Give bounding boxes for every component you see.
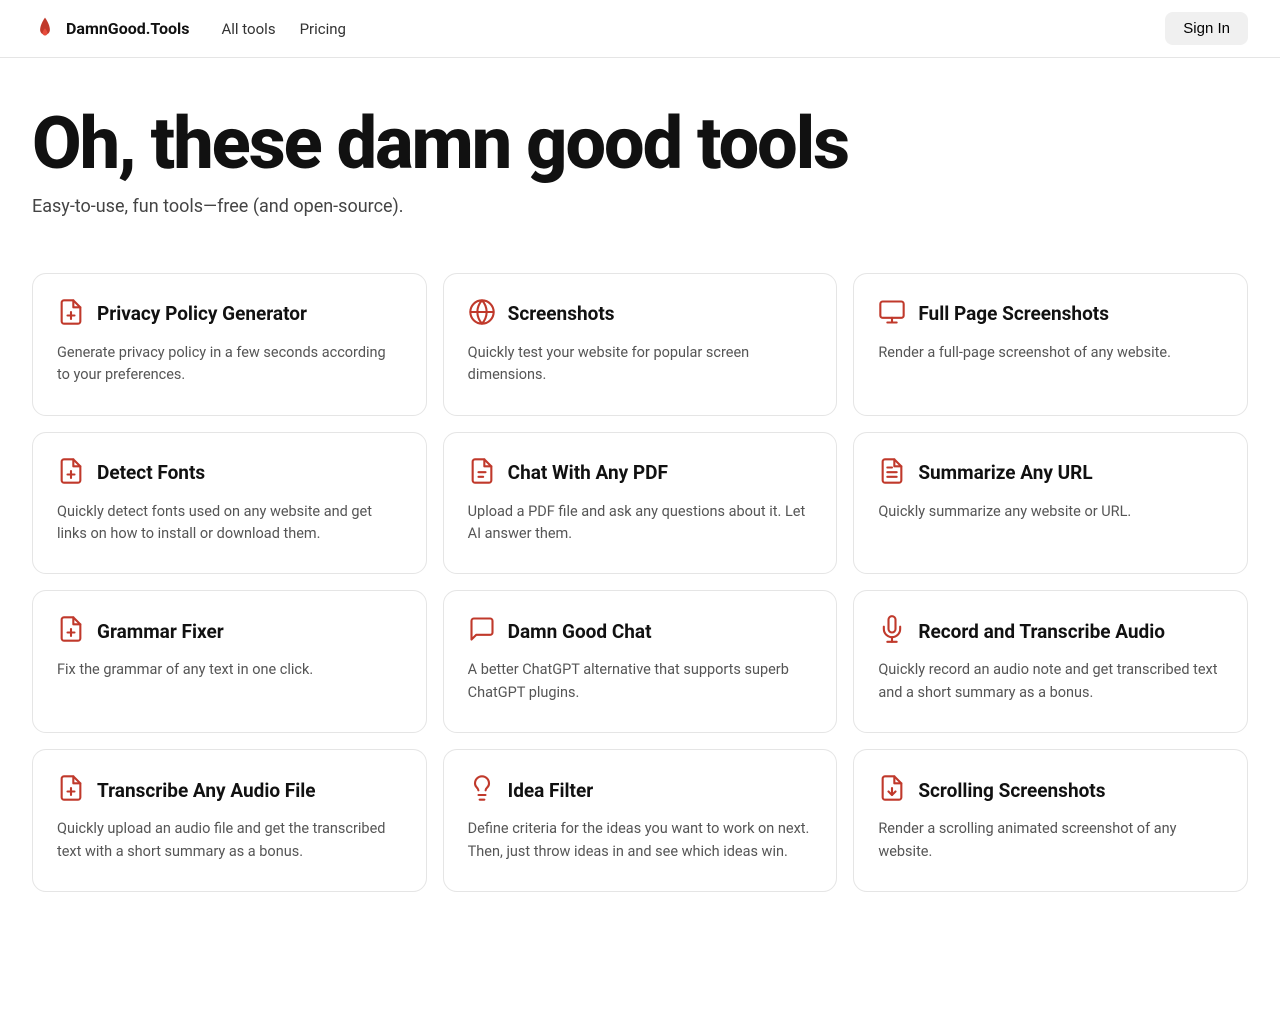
logo-link[interactable]: DamnGood.Tools [32,16,190,42]
navbar: DamnGood.Tools All tools Pricing Sign In [0,0,1280,58]
tool-title-damn-good-chat: Damn Good Chat [508,620,652,643]
tool-card-header-damn-good-chat: Damn Good Chat [468,615,813,647]
tool-desc-summarize-any-url: Quickly summarize any website or URL. [878,501,1223,523]
tool-title-scrolling-screenshots: Scrolling Screenshots [918,779,1105,802]
document-icon [57,615,85,647]
tool-card-header-scrolling-screenshots: Scrolling Screenshots [878,774,1223,806]
tool-card-header-transcribe-any-audio: Transcribe Any Audio File [57,774,402,806]
nav-links: All tools Pricing [222,19,346,38]
tool-title-summarize-any-url: Summarize Any URL [918,461,1092,484]
flame-icon [32,16,58,42]
tool-title-detect-fonts: Detect Fonts [97,461,205,484]
tool-card-header-full-page-screenshots: Full Page Screenshots [878,298,1223,330]
tool-title-chat-with-any-pdf: Chat With Any PDF [508,461,668,484]
chat-icon [468,615,496,647]
tool-desc-privacy-policy-generator: Generate privacy policy in a few seconds… [57,342,402,387]
tool-card-header-screenshots: Screenshots [468,298,813,330]
tool-desc-record-and-transcribe: Quickly record an audio note and get tra… [878,659,1223,704]
tool-desc-grammar-fixer: Fix the grammar of any text in one click… [57,659,402,681]
tool-card-header-detect-fonts: Detect Fonts [57,457,402,489]
tool-title-grammar-fixer: Grammar Fixer [97,620,224,643]
hero-subheading: Easy-to-use, fun tools—free (and open-so… [32,196,1248,217]
tool-card-full-page-screenshots[interactable]: Full Page Screenshots Render a full-page … [853,273,1248,416]
document-icon [57,298,85,330]
sign-in-button[interactable]: Sign In [1165,12,1248,45]
nav-left: DamnGood.Tools All tools Pricing [32,16,346,42]
tool-card-header-idea-filter: Idea Filter [468,774,813,806]
nav-item-all-tools[interactable]: All tools [222,19,276,38]
tool-card-scrolling-screenshots[interactable]: Scrolling Screenshots Render a scrolling … [853,749,1248,892]
tool-card-header-record-and-transcribe: Record and Transcribe Audio [878,615,1223,647]
tool-card-transcribe-any-audio[interactable]: Transcribe Any Audio File Quickly upload … [32,749,427,892]
tool-desc-scrolling-screenshots: Render a scrolling animated screenshot o… [878,818,1223,863]
document-icon [57,774,85,806]
tool-desc-full-page-screenshots: Render a full-page screenshot of any web… [878,342,1223,364]
tool-card-summarize-any-url[interactable]: Summarize Any URL Quickly summarize any w… [853,432,1248,575]
tool-desc-idea-filter: Define criteria for the ideas you want t… [468,818,813,863]
monitor-icon [878,298,906,330]
tool-card-header-grammar-fixer: Grammar Fixer [57,615,402,647]
tool-desc-detect-fonts: Quickly detect fonts used on any website… [57,501,402,546]
tool-title-screenshots: Screenshots [508,302,615,325]
tool-card-grammar-fixer[interactable]: Grammar Fixer Fix the grammar of any text… [32,590,427,733]
tool-title-idea-filter: Idea Filter [508,779,594,802]
nav-item-pricing[interactable]: Pricing [300,19,346,38]
tools-grid: Privacy Policy Generator Generate privacy… [0,249,1280,941]
bulb-icon [468,774,496,806]
tool-card-detect-fonts[interactable]: Detect Fonts Quickly detect fonts used on… [32,432,427,575]
hero-section: Oh, these damn good tools Easy-to-use, f… [0,58,1280,249]
tool-desc-screenshots: Quickly test your website for popular sc… [468,342,813,387]
mic-icon [878,615,906,647]
tool-title-privacy-policy-generator: Privacy Policy Generator [97,302,307,325]
doc-red-icon [878,774,906,806]
doc-lines-icon [878,457,906,489]
tool-title-transcribe-any-audio: Transcribe Any Audio File [97,779,316,802]
logo-text: DamnGood.Tools [66,19,190,38]
tool-title-full-page-screenshots: Full Page Screenshots [918,302,1109,325]
tool-card-privacy-policy-generator[interactable]: Privacy Policy Generator Generate privacy… [32,273,427,416]
document-icon [57,457,85,489]
tool-card-record-and-transcribe[interactable]: Record and Transcribe Audio Quickly recor… [853,590,1248,733]
tool-card-header-privacy-policy-generator: Privacy Policy Generator [57,298,402,330]
tool-card-header-summarize-any-url: Summarize Any URL [878,457,1223,489]
tool-desc-damn-good-chat: A better ChatGPT alternative that suppor… [468,659,813,704]
tool-desc-transcribe-any-audio: Quickly upload an audio file and get the… [57,818,402,863]
nav-link-all-tools[interactable]: All tools [222,20,276,38]
tool-card-screenshots[interactable]: Screenshots Quickly test your website for… [443,273,838,416]
hero-heading: Oh, these damn good tools [32,106,932,182]
nav-link-pricing[interactable]: Pricing [300,20,346,38]
pdf-icon [468,457,496,489]
tool-card-idea-filter[interactable]: Idea Filter Define criteria for the ideas… [443,749,838,892]
globe-icon [468,298,496,330]
tool-card-damn-good-chat[interactable]: Damn Good Chat A better ChatGPT alternati… [443,590,838,733]
tool-title-record-and-transcribe: Record and Transcribe Audio [918,620,1165,643]
tool-card-header-chat-with-any-pdf: Chat With Any PDF [468,457,813,489]
tool-desc-chat-with-any-pdf: Upload a PDF file and ask any questions … [468,501,813,546]
tool-card-chat-with-any-pdf[interactable]: Chat With Any PDF Upload a PDF file and a… [443,432,838,575]
